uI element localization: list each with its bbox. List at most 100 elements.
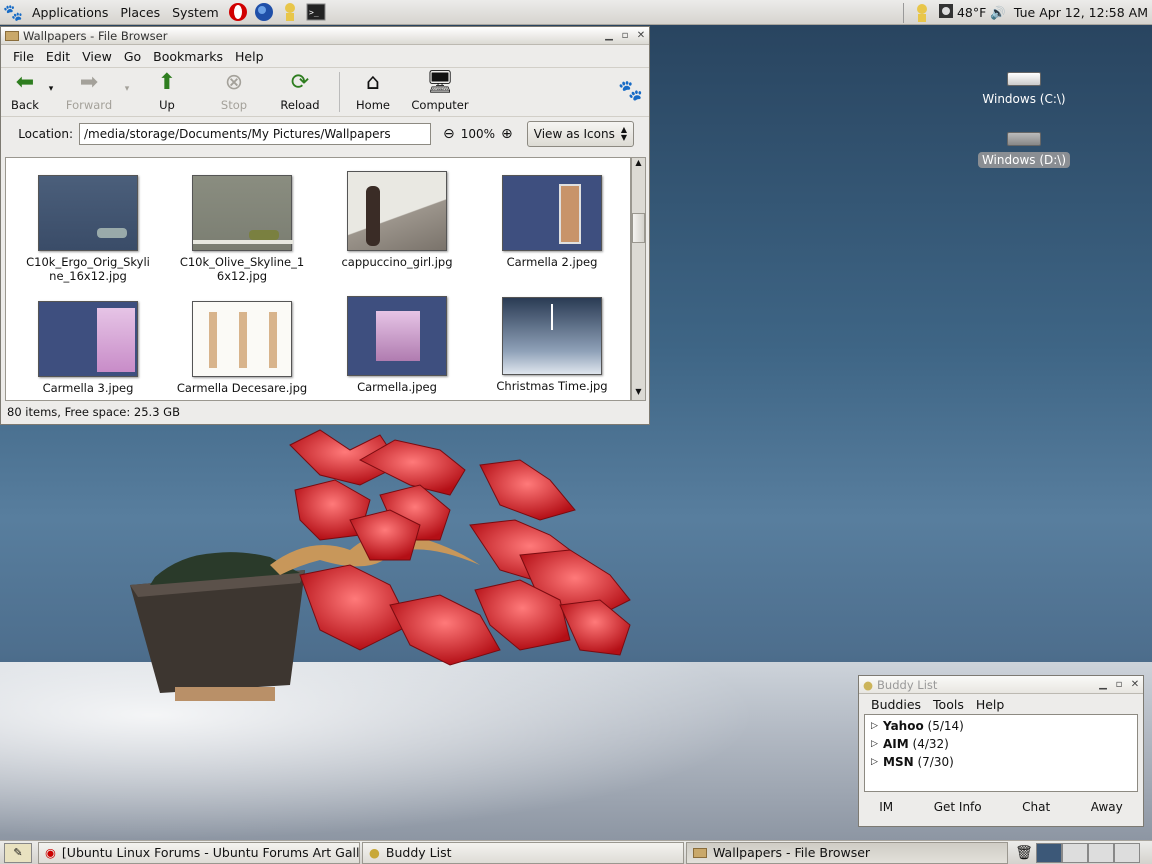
task-firefox[interactable]: ◉ [Ubuntu Linux Forums - Ubuntu Forums A… [38,841,360,864]
back-history-dropdown[interactable]: ▾ [43,66,59,112]
minimize-icon[interactable]: ▁ [601,30,617,41]
location-input[interactable]: /media/storage/Documents/My Pictures/Wal… [79,123,431,145]
gaim-tray-icon[interactable] [911,2,933,24]
expander-icon[interactable]: ▷ [871,739,883,749]
menu-file[interactable]: File [7,49,40,64]
folder-icon [693,847,707,858]
menu-bookmarks[interactable]: Bookmarks [147,49,229,64]
back-button[interactable]: ⬅ Back [7,66,43,113]
places-menu[interactable]: Places [114,0,166,25]
file-name-line1: Carmella 3.jpeg [42,381,134,395]
file-item[interactable]: Carmella Decesare.jpg [167,301,317,395]
toolbar-separator [339,72,340,112]
minimize-icon[interactable]: ▁ [1095,679,1111,690]
trash-icon[interactable]: 🗑 [1014,843,1034,863]
show-desktop-icon[interactable]: ✎ [4,842,32,863]
buddy-group-msn[interactable]: ▷ MSN (7/30) [865,753,1137,771]
workspace-switcher[interactable] [1036,842,1140,863]
home-label: Home [356,98,390,112]
stop-button[interactable]: ⊗ Stop [199,66,269,113]
file-thumbnail [38,301,138,377]
buddy-group-yahoo[interactable]: ▷ Yahoo (5/14) [865,717,1137,735]
group-name: Yahoo [883,719,924,733]
file-item[interactable]: cappuccino_girl.jpg [322,171,472,269]
opera-browser-icon[interactable] [227,1,249,23]
file-thumbnail [38,175,138,251]
weather-temperature[interactable]: 48°F [957,5,986,20]
workspace-3[interactable] [1088,842,1114,863]
chevron-down-icon: ▾ [48,84,54,94]
away-button[interactable]: Away [1091,800,1123,814]
buddy-tree[interactable]: ▷ Yahoo (5/14) ▷ AIM (4/32) ▷ MSN (7/30) [864,714,1138,792]
file-name-line1: cappuccino_girl.jpg [341,255,453,269]
top-panel: 🐾 Applications Places System >_ 48°F 🔊 T… [0,0,1152,25]
close-icon[interactable]: ✕ [633,30,649,41]
menu-help[interactable]: Help [229,49,270,64]
maximize-icon[interactable]: ▫ [1111,679,1127,690]
firefox-globe-icon[interactable] [253,1,275,23]
menu-go[interactable]: Go [118,49,147,64]
file-item[interactable]: C10k_Ergo_Orig_Skyli ne_16x12.jpg [13,175,163,283]
file-item[interactable]: Carmella.jpeg [322,296,472,394]
system-menu[interactable]: System [166,0,225,25]
file-item[interactable]: Christmas Time.jpg [477,297,627,393]
im-button[interactable]: IM [879,800,893,814]
scroll-down-arrow-icon[interactable]: ▼ [632,387,645,400]
bonsai-wallpaper-art [130,429,631,701]
svg-text:>_: >_ [309,8,319,17]
workspace-4[interactable] [1114,842,1140,863]
gaim-icon: ● [863,677,874,692]
task-file-browser[interactable]: Wallpapers - File Browser [686,841,1008,864]
scrollbar-thumb[interactable] [632,213,645,243]
expander-icon[interactable]: ▷ [871,721,883,731]
workspace-2[interactable] [1062,842,1088,863]
menu-tools[interactable]: Tools [927,697,970,712]
buddy-group-aim[interactable]: ▷ AIM (4/32) [865,735,1137,753]
scroll-up-arrow-icon[interactable]: ▲ [632,158,645,171]
terminal-icon[interactable]: >_ [305,1,327,23]
file-item[interactable]: Carmella 2.jpeg [477,175,627,269]
menu-buddies[interactable]: Buddies [865,697,927,712]
close-icon[interactable]: ✕ [1127,679,1143,690]
forward-history-dropdown[interactable]: ▾ [119,66,135,112]
menu-help[interactable]: Help [970,697,1011,712]
tray-separator [902,2,905,23]
location-label: Location: [18,127,73,141]
file-item[interactable]: Carmella 3.jpeg [13,301,163,395]
volume-icon[interactable]: 🔊 [990,5,1006,21]
buddy-list-titlebar[interactable]: ● Buddy List ▁ ▫ ✕ [859,676,1143,694]
clock[interactable]: Tue Apr 12, 12:58 AM [1010,5,1148,20]
home-button[interactable]: ⌂ Home [348,66,398,113]
file-item[interactable]: C10k_Olive_Skyline_1 6x12.jpg [167,175,317,283]
group-count: (7/30) [917,755,954,769]
chat-button[interactable]: Chat [1022,800,1050,814]
file-icon-view[interactable]: C10k_Ergo_Orig_Skyli ne_16x12.jpg C10k_O… [5,157,631,401]
workspace-1[interactable] [1036,842,1062,863]
menu-view[interactable]: View [76,49,118,64]
file-name-line1: Carmella Decesare.jpg [176,381,308,395]
applications-menu[interactable]: Applications [26,0,114,25]
gnome-foot-icon[interactable]: 🐾 [2,1,24,23]
computer-button[interactable]: 🖥 Computer [398,66,482,113]
zoom-level[interactable]: 100% [461,127,495,141]
gaim-messenger-icon[interactable] [279,1,301,23]
desktop-icon-windows-c[interactable]: Windows (C:\) [974,72,1074,106]
up-button[interactable]: ⬆ Up [135,66,199,113]
view-as-select[interactable]: View as Icons ▲ ▼ [526,121,634,147]
zoom-out-icon[interactable]: ⊖ [443,126,455,142]
zoom-in-icon[interactable]: ⊕ [501,126,513,142]
file-thumbnail [347,296,447,376]
weather-moon-icon[interactable] [938,4,953,21]
task-buddy-list[interactable]: ● Buddy List [362,841,684,864]
expander-icon[interactable]: ▷ [871,757,883,767]
get-info-button[interactable]: Get Info [934,800,982,814]
file-browser-titlebar[interactable]: Wallpapers - File Browser ▁ ▫ ✕ [1,27,649,45]
desktop-icon-windows-d[interactable]: Windows (D:\) [974,132,1074,168]
file-view-scrollbar[interactable]: ▲ ▼ [631,157,646,401]
gaim-icon: ● [369,845,380,860]
maximize-icon[interactable]: ▫ [617,30,633,41]
menu-edit[interactable]: Edit [40,49,76,64]
forward-button[interactable]: ➡ Forward [59,66,119,113]
reload-button[interactable]: ⟳ Reload [269,66,331,113]
desktop-icon-label: Windows (D:\) [977,152,1071,168]
